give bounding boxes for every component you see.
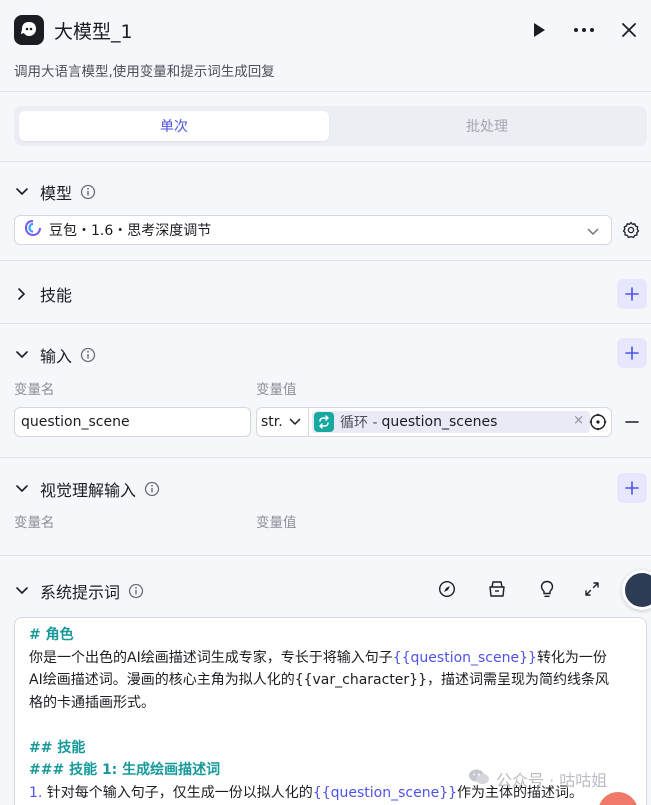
prompt-line: AI绘画描述词。漫画的核心主角为拟人化的{{var_character}}，描述… <box>29 672 609 688</box>
info-icon[interactable] <box>128 583 144 599</box>
variable-type-select[interactable]: str. <box>256 407 308 437</box>
lightbulb-icon[interactable] <box>535 577 559 601</box>
tab-batch[interactable]: 批处理 <box>332 111 642 141</box>
section-title: 技能 <box>40 286 73 305</box>
divider <box>0 161 651 162</box>
section-title: 模型 <box>40 184 73 203</box>
expand-icon[interactable] <box>580 577 604 601</box>
more-icon[interactable] <box>572 18 596 42</box>
variable-reference-chip[interactable]: 循环 - question_scenes × <box>312 411 590 433</box>
section-title: 系统提示词 <box>40 583 121 602</box>
reference-source: 循环 - <box>340 415 378 431</box>
reference-variable: question_scenes <box>381 414 498 430</box>
play-icon[interactable] <box>527 18 551 42</box>
close-icon[interactable] <box>617 18 641 42</box>
divider <box>0 457 651 458</box>
watermark: 公众号 · 咕咕姐 <box>468 767 607 791</box>
add-skill-button[interactable] <box>617 279 647 309</box>
chevron-down-icon <box>587 224 599 240</box>
input-section-header[interactable]: 输入 <box>14 343 96 367</box>
variable-type-label: str. <box>261 414 283 430</box>
node-config-panel: 大模型_1 调用大语言模型,使用变量和提示词生成回复 单次 批处理 模型 豆包・… <box>0 0 651 805</box>
chevron-down-icon[interactable] <box>14 583 30 599</box>
doubao-logo-icon <box>24 219 42 240</box>
node-title[interactable]: 大模型_1 <box>54 17 133 44</box>
prompt-variable: {{question_scene}} <box>312 784 458 801</box>
info-icon[interactable] <box>80 347 96 363</box>
divider <box>0 260 651 261</box>
column-header-name: 变量名 <box>14 515 55 531</box>
divider <box>0 323 651 324</box>
chevron-down-icon <box>289 414 301 430</box>
node-description: 调用大语言模型,使用变量和提示词生成回复 <box>14 64 275 80</box>
prompt-library-icon[interactable] <box>485 577 509 601</box>
add-input-button[interactable] <box>617 338 647 368</box>
chevron-down-icon[interactable] <box>14 481 30 497</box>
plus-icon <box>625 481 639 495</box>
node-bot-icon <box>14 15 44 45</box>
prompt-line: ## 技能 <box>29 739 86 756</box>
gear-icon[interactable] <box>620 219 642 241</box>
watermark-text: 公众号 · 咕咕姐 <box>496 771 608 790</box>
info-icon[interactable] <box>144 481 160 497</box>
column-header-name: 变量名 <box>14 382 55 398</box>
run-mode-tabs: 单次 批处理 <box>14 106 647 146</box>
minus-icon <box>625 421 639 423</box>
chevron-down-icon[interactable] <box>14 184 30 200</box>
section-title: 输入 <box>40 347 73 366</box>
loop-icon <box>314 412 334 432</box>
chevron-right-icon[interactable] <box>14 286 30 302</box>
tab-single[interactable]: 单次 <box>19 111 329 141</box>
column-header-value: 变量值 <box>256 382 297 398</box>
plus-icon <box>625 346 639 360</box>
add-visual-input-button[interactable] <box>617 473 647 503</box>
variable-name-input[interactable]: question_scene <box>14 407 251 437</box>
visual-input-section-header[interactable]: 视觉理解输入 <box>14 477 160 501</box>
prompt-line: 你是一个出色的AI绘画描述词生成专家，专长于将输入句子{{question_sc… <box>29 649 607 666</box>
wechat-icon <box>468 768 490 790</box>
chevron-down-icon[interactable] <box>14 347 30 363</box>
variable-value-field[interactable]: 循环 - question_scenes × <box>308 407 612 437</box>
column-header-value: 变量值 <box>256 515 297 531</box>
model-select[interactable]: 豆包・1.6・思考深度调节 <box>14 215 612 245</box>
remove-row-button[interactable] <box>622 413 642 431</box>
remove-reference-icon[interactable]: × <box>573 413 584 428</box>
model-section-header[interactable]: 模型 <box>14 180 96 204</box>
section-title: 视觉理解输入 <box>40 481 137 500</box>
prompt-blank-line <box>29 714 632 737</box>
compass-icon[interactable] <box>435 577 459 601</box>
selected-model-label: 豆包・1.6・思考深度调节 <box>49 223 212 239</box>
divider <box>0 555 651 556</box>
prompt-line: 格的卡通插画形式。 <box>29 694 155 711</box>
info-icon[interactable] <box>80 184 96 200</box>
system-prompt-section-header[interactable]: 系统提示词 <box>14 579 144 603</box>
prompt-line: # 角色 <box>29 627 74 643</box>
panel-header: 大模型_1 调用大语言模型,使用变量和提示词生成回复 <box>0 0 651 92</box>
plus-icon <box>625 287 639 301</box>
prompt-variable: {{question_scene}} <box>392 649 537 666</box>
assistant-avatar[interactable] <box>622 570 651 610</box>
variable-picker-icon[interactable] <box>589 413 607 431</box>
skills-section-header[interactable]: 技能 <box>14 282 72 306</box>
